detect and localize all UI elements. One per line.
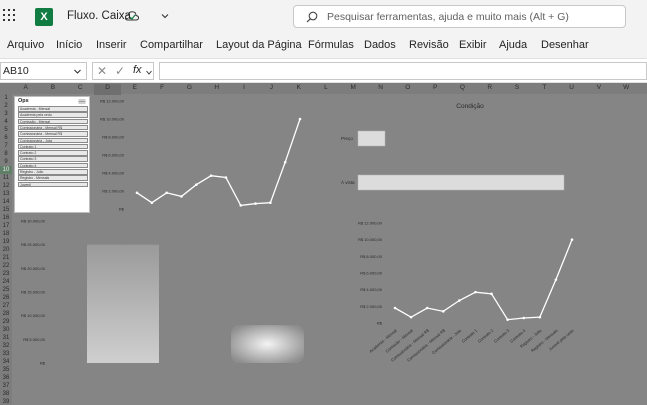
data-point xyxy=(209,174,213,177)
tab-layout[interactable]: Layout da Página xyxy=(216,39,302,51)
preco-label: Preço xyxy=(341,136,353,141)
tab-ajuda[interactable]: Ajuda xyxy=(499,39,527,51)
search-placeholder: Pesquisar ferramentas, ajuda e muito mai… xyxy=(327,11,569,23)
data-point xyxy=(194,183,198,186)
y-tick-label: R$ 2.000,00 xyxy=(102,189,125,194)
series-line xyxy=(136,118,301,207)
data-point xyxy=(506,318,509,321)
x-tick-label: Comissionária - Jota xyxy=(431,327,463,355)
y-tick-label: R$ 4.000,00 xyxy=(102,171,125,176)
data-point xyxy=(458,299,461,302)
data-point xyxy=(239,204,243,207)
chevron-down-icon[interactable] xyxy=(160,11,170,21)
bar[interactable] xyxy=(231,325,304,363)
data-point xyxy=(224,176,228,179)
data-point xyxy=(165,191,168,195)
y-tick-label: R$ 6.000,00 xyxy=(360,271,383,276)
series-line xyxy=(394,239,573,321)
enter-icon[interactable]: ✓ xyxy=(115,64,125,78)
x-tick-label: Contrato 2 xyxy=(477,327,495,343)
data-point xyxy=(269,201,272,204)
app-launcher-icon[interactable] xyxy=(3,9,17,23)
tab-revisao[interactable]: Revisão xyxy=(409,39,449,51)
data-point xyxy=(298,117,302,121)
tab-formulas[interactable]: Fórmulas xyxy=(308,39,354,51)
tab-dados[interactable]: Dados xyxy=(364,39,396,51)
data-point xyxy=(570,238,574,241)
y-tick-label: R$ 8.000,00 xyxy=(360,254,383,259)
tab-desenhar[interactable]: Desenhar xyxy=(541,39,589,51)
data-point xyxy=(554,278,558,281)
data-point xyxy=(490,292,493,296)
title-bar: X Fluxo. Caixa Pesquisar ferramentas, aj… xyxy=(0,0,647,34)
y-tick-label: R$ xyxy=(377,321,383,326)
search-box[interactable]: Pesquisar ferramentas, ajuda e muito mai… xyxy=(293,5,626,28)
x-tick-label: Contrato 3 xyxy=(493,327,511,343)
y-tick-label: R$ 8.000,00 xyxy=(102,135,125,140)
document-title[interactable]: Fluxo. Caixa xyxy=(67,10,131,22)
excel-logo-icon: X xyxy=(35,8,53,26)
y-tick-label: R$ xyxy=(119,207,125,212)
tab-arquivo[interactable]: Arquivo xyxy=(7,39,44,51)
data-point xyxy=(474,290,477,294)
y-tick-label: R$ 6.000,00 xyxy=(102,153,125,158)
bar[interactable] xyxy=(87,244,159,363)
y-tick-label: R$ 20.000,00 xyxy=(21,266,46,271)
insert-function-icon[interactable]: fx xyxy=(133,64,142,76)
chart-bottom-right[interactable]: R$ 12.000,00 R$ 10.000,00 R$ 8.000,00 R$ 6.… xyxy=(358,221,575,363)
name-box[interactable]: AB10 xyxy=(0,62,87,80)
y-tick-label: R$ 12.000,00 xyxy=(358,221,383,226)
chart-bottom-left[interactable]: R$ 30.000,00 R$ 25.000,00 R$ 20.000,00 R$ 1… xyxy=(21,219,304,366)
cancel-icon[interactable]: ✕ xyxy=(97,64,107,78)
formula-controls: ✕ ✓ fx xyxy=(92,62,154,80)
data-point xyxy=(441,310,445,313)
cloud-saved-icon xyxy=(125,11,139,21)
name-box-value: AB10 xyxy=(3,65,29,77)
search-icon xyxy=(306,11,318,23)
y-tick-label: R$ xyxy=(40,361,46,366)
chart-top-line[interactable]: R$ 12.000,00 R$ 10.000,00 R$ 8.000,00 R$ 6.… xyxy=(100,99,302,212)
y-tick-label: R$ 5.000,00 xyxy=(23,337,46,342)
y-tick-label: R$ 15.000,00 xyxy=(21,290,46,295)
tab-exibir[interactable]: Exibir xyxy=(459,39,487,51)
y-tick-label: R$ 25.000,00 xyxy=(21,242,46,247)
a-vista-label: À vista xyxy=(341,179,355,185)
x-tick-label: Contrato 1 xyxy=(461,327,479,343)
chart-overlay: R$ 12.000,00 R$ 10.000,00 R$ 8.000,00 R$ 6.… xyxy=(21,99,575,366)
data-point xyxy=(393,306,397,310)
data-point xyxy=(522,316,526,320)
a-vista-field[interactable] xyxy=(357,174,565,191)
formula-input[interactable] xyxy=(159,62,647,80)
y-tick-label: R$ 12.000,00 xyxy=(100,99,125,104)
data-point xyxy=(409,315,413,319)
chevron-down-icon[interactable] xyxy=(73,67,82,76)
data-point xyxy=(538,315,542,319)
y-tick-label: R$ 10.000,00 xyxy=(21,313,46,318)
condition-title: Condição xyxy=(456,103,484,110)
formula-bar: AB10 ✕ ✓ fx xyxy=(0,58,647,83)
y-tick-label: R$ 10.000,00 xyxy=(100,117,125,122)
preco-field[interactable] xyxy=(357,130,386,147)
tab-compartilhar[interactable]: Compartilhar xyxy=(140,39,203,51)
y-tick-label: R$ 10.000,00 xyxy=(358,237,383,242)
data-point xyxy=(425,306,429,310)
data-point xyxy=(180,195,183,198)
tab-inicio[interactable]: Início xyxy=(56,39,82,51)
data-point xyxy=(254,202,257,205)
data-point xyxy=(150,201,154,204)
spreadsheet-grid[interactable]: ABCDEFGHIJKLMNOPQRSTUVW 1 2 3 4 5 6 7 8 9 10 11 12 1… xyxy=(0,83,647,405)
data-point xyxy=(283,160,287,164)
tab-inserir[interactable]: Inserir xyxy=(96,39,127,51)
data-point xyxy=(135,191,139,195)
chevron-down-icon[interactable] xyxy=(146,70,152,75)
y-tick-label: R$ 4.000,00 xyxy=(360,287,383,292)
ribbon-tabs: Arquivo Início Inserir Compartilhar Layo… xyxy=(0,34,647,58)
y-tick-label: R$ 2.000,00 xyxy=(360,304,383,309)
y-tick-label: R$ 30.000,00 xyxy=(21,219,46,224)
